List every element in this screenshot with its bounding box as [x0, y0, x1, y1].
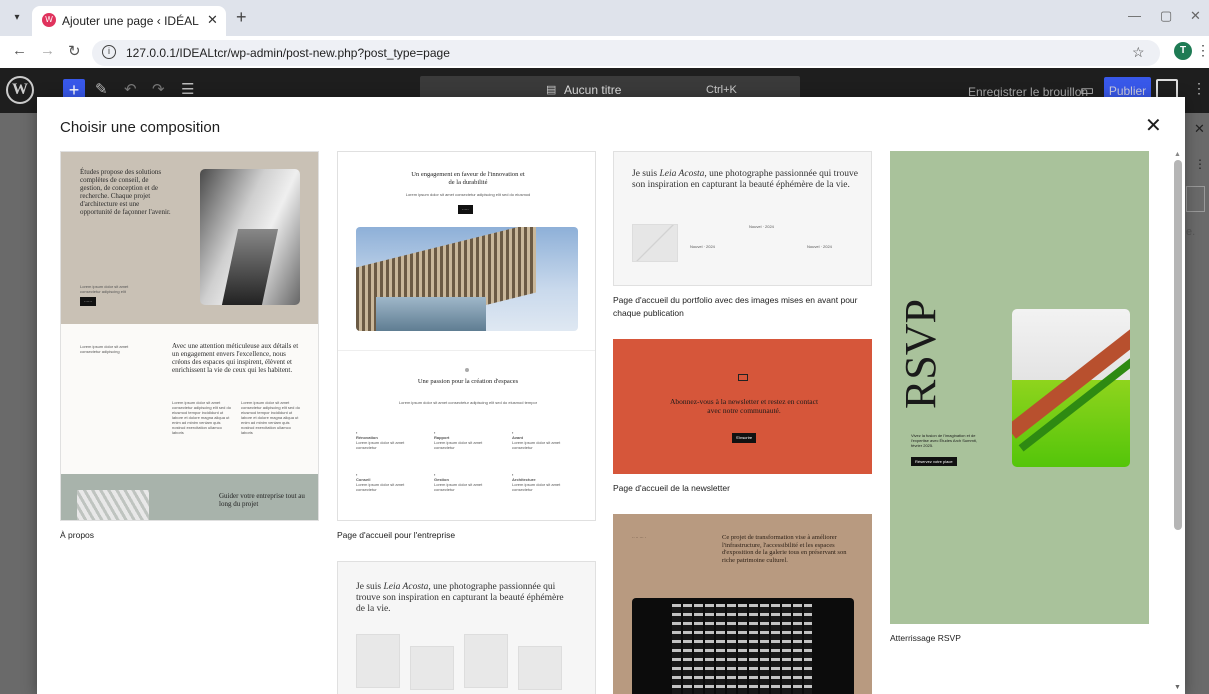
reload-icon[interactable]: ↻ — [68, 42, 81, 60]
scroll-thumb[interactable] — [1174, 160, 1182, 530]
entreprise-section-text: Lorem ipsum dolor sit amet consectetur a… — [398, 400, 538, 405]
modal-scrollbar[interactable]: ▲ ▼ — [1173, 151, 1183, 694]
rsvp-button: Réservez votre place — [911, 457, 957, 466]
window-close-icon[interactable]: ✕ — [1190, 8, 1201, 24]
hero-button: ······ — [80, 297, 96, 306]
placeholder-image — [632, 224, 678, 262]
feature-2: ▪ Rapport Lorem ipsum dolor sit amet conse… — [434, 430, 483, 450]
pattern-card-portfolio-grid[interactable]: Je suis Leia Acosta, une photographe pas… — [337, 561, 596, 694]
pattern-caption: Page d'accueil pour l'entreprise — [337, 530, 456, 540]
modal-title: Choisir une composition — [60, 119, 221, 136]
site-info-icon[interactable]: i — [102, 45, 116, 59]
building-photo — [356, 227, 578, 331]
pattern-caption: Atterrissage RSVP — [890, 633, 961, 643]
profile-avatar[interactable]: T — [1174, 42, 1192, 60]
feature-4: ▪ Conseil Lorem ipsum dolor sit amet conse… — [356, 472, 405, 492]
page-icon: ▤ — [546, 84, 557, 96]
pattern-card-portfolio[interactable]: Je suis Leia Acosta, une photographe pas… — [613, 151, 872, 286]
modal-close-icon[interactable]: ✕ — [1145, 113, 1162, 138]
pattern-caption: Page d'accueil du portfolio avec des ima… — [613, 295, 858, 318]
favicon-icon: W — [42, 13, 56, 27]
forward-icon[interactable]: → — [40, 42, 55, 59]
minimize-icon[interactable]: — — [1128, 8, 1141, 23]
redo-icon[interactable]: ↷ — [152, 80, 165, 98]
pattern-card-rsvp[interactable]: RSVP Vivez la fusion de l'imagination et… — [890, 151, 1149, 624]
tab-title: Ajouter une page ‹ IDÉAL — W — [62, 14, 200, 28]
document-overview-icon[interactable]: ☰ — [181, 80, 194, 98]
pattern-card-transformation[interactable]: ·· ·· ··· · Ce projet de transformation … — [613, 514, 872, 694]
transformation-heading: Ce projet de transformation vise à améli… — [722, 534, 847, 564]
mid-col-text-2: Lorem ipsum dolor sit amet consectetur a… — [241, 400, 300, 435]
placeholder-image — [410, 646, 454, 690]
building-facade-photo — [632, 598, 854, 694]
bottom-section: Guider votre entreprise tout au long du … — [61, 474, 318, 520]
placeholder-image — [464, 634, 508, 688]
envelope-icon — [738, 374, 748, 381]
mid-small-text: Lorem ipsum dolor sit amet consectetur a… — [80, 344, 129, 354]
sidebar-text: e. — [1186, 226, 1196, 238]
mid-section: Lorem ipsum dolor sit amet consectetur a… — [61, 324, 318, 474]
restore-icon[interactable]: ▢ — [1160, 8, 1172, 24]
wordpress-logo-icon[interactable]: W — [6, 76, 34, 104]
pattern-card-entreprise[interactable]: Un engagement en faveur de l'innovation … — [337, 151, 596, 521]
subscribe-button: S'inscrire — [732, 433, 756, 443]
bookmark-star-icon[interactable]: ☆ — [1132, 44, 1145, 61]
portfolio-heading: Je suis Leia Acosta, une photographe pas… — [356, 582, 564, 614]
hero-text: Études propose des solutions complètes d… — [80, 168, 171, 216]
pattern-caption: À propos — [60, 530, 95, 540]
back-icon[interactable]: ← — [12, 42, 27, 59]
pattern-card-newsletter[interactable]: Abonnez-vous à la newsletter et restez e… — [613, 339, 872, 474]
transformation-small-text: ·· ·· ··· · — [632, 535, 646, 540]
browser-tab[interactable]: W Ajouter une page ‹ IDÉAL — W ✕ — [32, 6, 226, 36]
rsvp-text: Vivez la fusion de l'imagination et de l… — [911, 433, 977, 448]
mid-heading: Avec une attention méticuleuse aux détai… — [172, 342, 299, 374]
sidebar-more-icon: ⋮ — [1194, 157, 1206, 171]
pattern-modal: Choisir une composition ✕ Études propose… — [37, 97, 1185, 694]
edit-pen-icon[interactable]: ✎ — [95, 80, 108, 98]
browser-tab-strip: ▾ W Ajouter une page ‹ IDÉAL — W ✕ + — ▢… — [0, 0, 1209, 36]
pattern-card-a-propos[interactable]: Études propose des solutions complètes d… — [60, 151, 319, 521]
sidebar-close-icon: ✕ — [1194, 121, 1205, 136]
entreprise-heading: Un engagement en faveur de l'innovation … — [411, 171, 525, 186]
hero-small-text: Lorem ipsum dolor sit amet consectetur a… — [80, 284, 129, 294]
entreprise-subtext: Lorem ipsum dolor sit amet consectetur a… — [405, 192, 531, 197]
hero-section: Études propose des solutions complètes d… — [61, 152, 318, 324]
placeholder-image — [518, 646, 562, 690]
browser-toolbar: ← → ↻ i 127.0.0.1/IDEALtcr/wp-admin/post… — [0, 36, 1209, 68]
browser-menu-icon[interactable]: ⋮ — [1196, 42, 1209, 59]
document-title: Aucun titre — [564, 83, 622, 97]
address-bar[interactable]: i 127.0.0.1/IDEALtcr/wp-admin/post-new.p… — [92, 40, 1160, 66]
bottom-heading: Guider votre entreprise tout au long du … — [219, 492, 305, 508]
options-menu-icon[interactable]: ⋮ — [1192, 80, 1206, 97]
post-title: Nouvel · 2024 — [749, 224, 774, 229]
entreprise-button: ····· — [458, 205, 473, 214]
post-title: Nouvel · 2024 — [807, 244, 832, 249]
entreprise-section-heading: Une passion pour la création d'espaces — [417, 378, 519, 385]
tab-close-icon[interactable]: ✕ — [207, 12, 218, 28]
scroll-down-icon[interactable]: ▼ — [1174, 684, 1181, 691]
tab-search-icon[interactable]: ▾ — [8, 9, 26, 27]
architecture-photo — [200, 169, 300, 305]
rsvp-title: RSVP — [896, 298, 945, 410]
undo-icon[interactable]: ↶ — [124, 80, 137, 98]
facade-photo — [77, 490, 149, 520]
placeholder-image — [356, 634, 400, 688]
url-text: 127.0.0.1/IDEALtcr/wp-admin/post-new.php… — [126, 46, 450, 60]
new-tab-icon[interactable]: + — [236, 7, 247, 28]
feature-6: ▪ Architecture Lorem ipsum dolor sit amet … — [512, 472, 561, 492]
portfolio-heading: Je suis Leia Acosta, une photographe pas… — [632, 169, 858, 190]
post-title: Nouvel · 2024 — [690, 244, 715, 249]
feature-5: ▪ Gestion Lorem ipsum dolor sit amet conse… — [434, 472, 483, 492]
shortcut-hint: Ctrl+K — [706, 84, 737, 96]
mid-col-text-1: Lorem ipsum dolor sit amet consectetur a… — [172, 400, 231, 435]
newsletter-heading: Abonnez-vous à la newsletter et restez e… — [669, 397, 819, 415]
pattern-caption: Page d'accueil de la newsletter — [613, 483, 730, 493]
green-photo — [1012, 309, 1130, 467]
feature-1: ▪ Rénovation Lorem ipsum dolor sit amet co… — [356, 430, 405, 450]
feature-3: ▪ Avant Lorem ipsum dolor sit amet consect… — [512, 430, 561, 450]
sidebar-field — [1186, 186, 1205, 212]
scroll-up-icon[interactable]: ▲ — [1174, 151, 1181, 158]
